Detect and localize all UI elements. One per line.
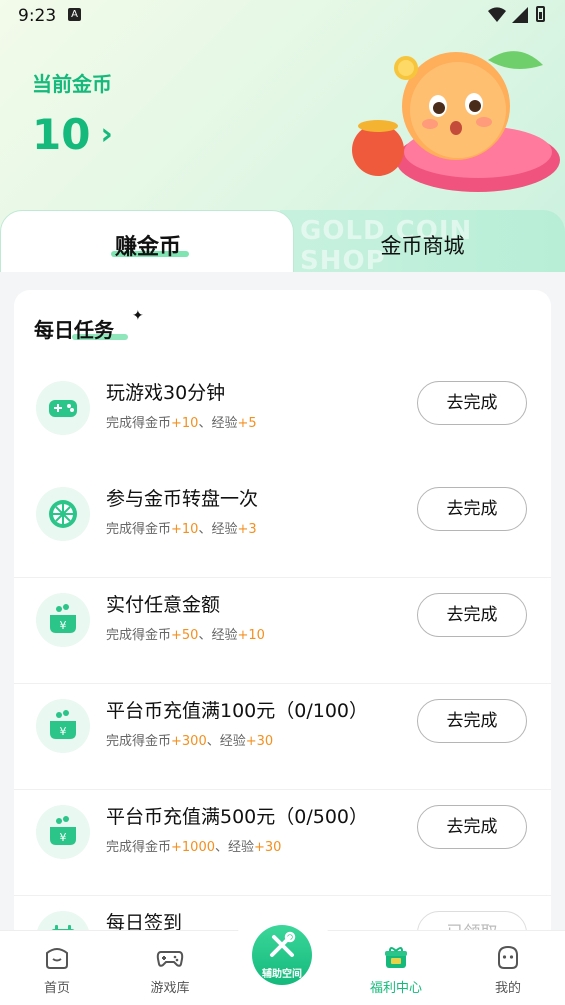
task-complete-button[interactable]: 去完成 [417, 805, 527, 849]
svg-text:¥: ¥ [60, 831, 67, 844]
gift-icon [385, 947, 407, 968]
battery-icon [536, 6, 545, 22]
nav-games[interactable]: 游戏库 [120, 931, 220, 1005]
task-complete-button[interactable]: 去完成 [417, 487, 527, 531]
wifi-icon [488, 7, 506, 23]
task-reward: 完成得金币+300、经验+30 [106, 734, 274, 749]
wheel-icon [36, 487, 90, 541]
signal-icon [512, 7, 528, 23]
tab-earn-coins[interactable]: 赚金币 [0, 210, 294, 274]
notification-icon: A [68, 8, 81, 21]
mascot-illustration [352, 51, 560, 192]
nav-welfare-label: 福利中心 [369, 981, 422, 996]
nav-home-label: 首页 [43, 981, 70, 996]
svg-text:¥: ¥ [60, 619, 67, 632]
sparkle-icon: ✦ [132, 308, 144, 324]
coin-balance-value: 10 [32, 110, 91, 159]
task-item: ¥ 平台币充值满500元（0/500） 完成得金币+1000、经验+30 去完成 [14, 790, 551, 896]
task-reward: 完成得金币+10、经验+5 [106, 416, 257, 431]
tab-coin-shop[interactable]: 金币商城 [280, 230, 565, 260]
money-bag-icon: ¥ [36, 593, 90, 647]
task-complete-button[interactable]: 去完成 [417, 699, 527, 743]
status-bar: 9:23 A [0, 0, 565, 32]
nav-home[interactable]: 首页 [7, 931, 107, 1005]
daily-tasks-card: 每日任务 ✦ 玩游戏30分钟 完成得金币+10、经验+5 去完成 参与金币转盘一… [14, 290, 551, 950]
nav-center-label: 辅助空间 [262, 969, 302, 980]
current-coins-label: 当前金币 [32, 72, 112, 96]
chevron-right-icon: › [100, 117, 113, 152]
status-time: 9:23 [18, 6, 57, 26]
nav-assist-space-button[interactable]: 辅助空间 [252, 925, 312, 985]
task-item: ¥ 实付任意金额 完成得金币+50、经验+10 去完成 [14, 578, 551, 684]
task-item: 玩游戏30分钟 完成得金币+10、经验+5 去完成 [14, 366, 551, 472]
task-title: 实付任意金额 [106, 594, 221, 616]
task-title: 平台币充值满500元（0/500） [106, 806, 369, 828]
task-item: ¥ 平台币充值满100元（0/100） 完成得金币+300、经验+30 去完成 [14, 684, 551, 790]
nav-welfare[interactable]: 福利中心 [346, 931, 446, 1005]
task-title: 玩游戏30分钟 [106, 382, 226, 404]
task-title: 平台币充值满100元（0/100） [106, 700, 369, 722]
tab-earn-coins-label: 赚金币 [114, 235, 181, 260]
svg-text:¥: ¥ [60, 725, 67, 738]
gamepad-icon [36, 381, 90, 435]
task-complete-button[interactable]: 去完成 [417, 593, 527, 637]
gamepad-icon [156, 951, 184, 967]
task-reward: 完成得金币+1000、经验+30 [106, 840, 282, 855]
money-bag-icon: ¥ [36, 699, 90, 753]
task-title: 参与金币转盘一次 [106, 488, 259, 510]
task-item: 参与金币转盘一次 完成得金币+10、经验+3 去完成 [14, 472, 551, 578]
nav-mine[interactable]: 我的 [458, 931, 558, 1005]
tab-bar: GOLD COIN SHOP 金币商城 赚金币 [0, 210, 565, 276]
daily-tasks-title: 每日任务 [34, 318, 114, 342]
coin-balance[interactable]: 10 › [32, 110, 113, 159]
task-complete-button[interactable]: 去完成 [417, 381, 527, 425]
tools-icon [270, 931, 296, 957]
money-bag-icon: ¥ [36, 805, 90, 859]
nav-mine-label: 我的 [494, 981, 521, 996]
nav-games-label: 游戏库 [150, 981, 190, 996]
task-reward: 完成得金币+50、经验+10 [106, 628, 265, 643]
task-reward: 完成得金币+10、经验+3 [106, 522, 257, 537]
profile-icon [498, 945, 518, 969]
home-icon [46, 948, 68, 969]
